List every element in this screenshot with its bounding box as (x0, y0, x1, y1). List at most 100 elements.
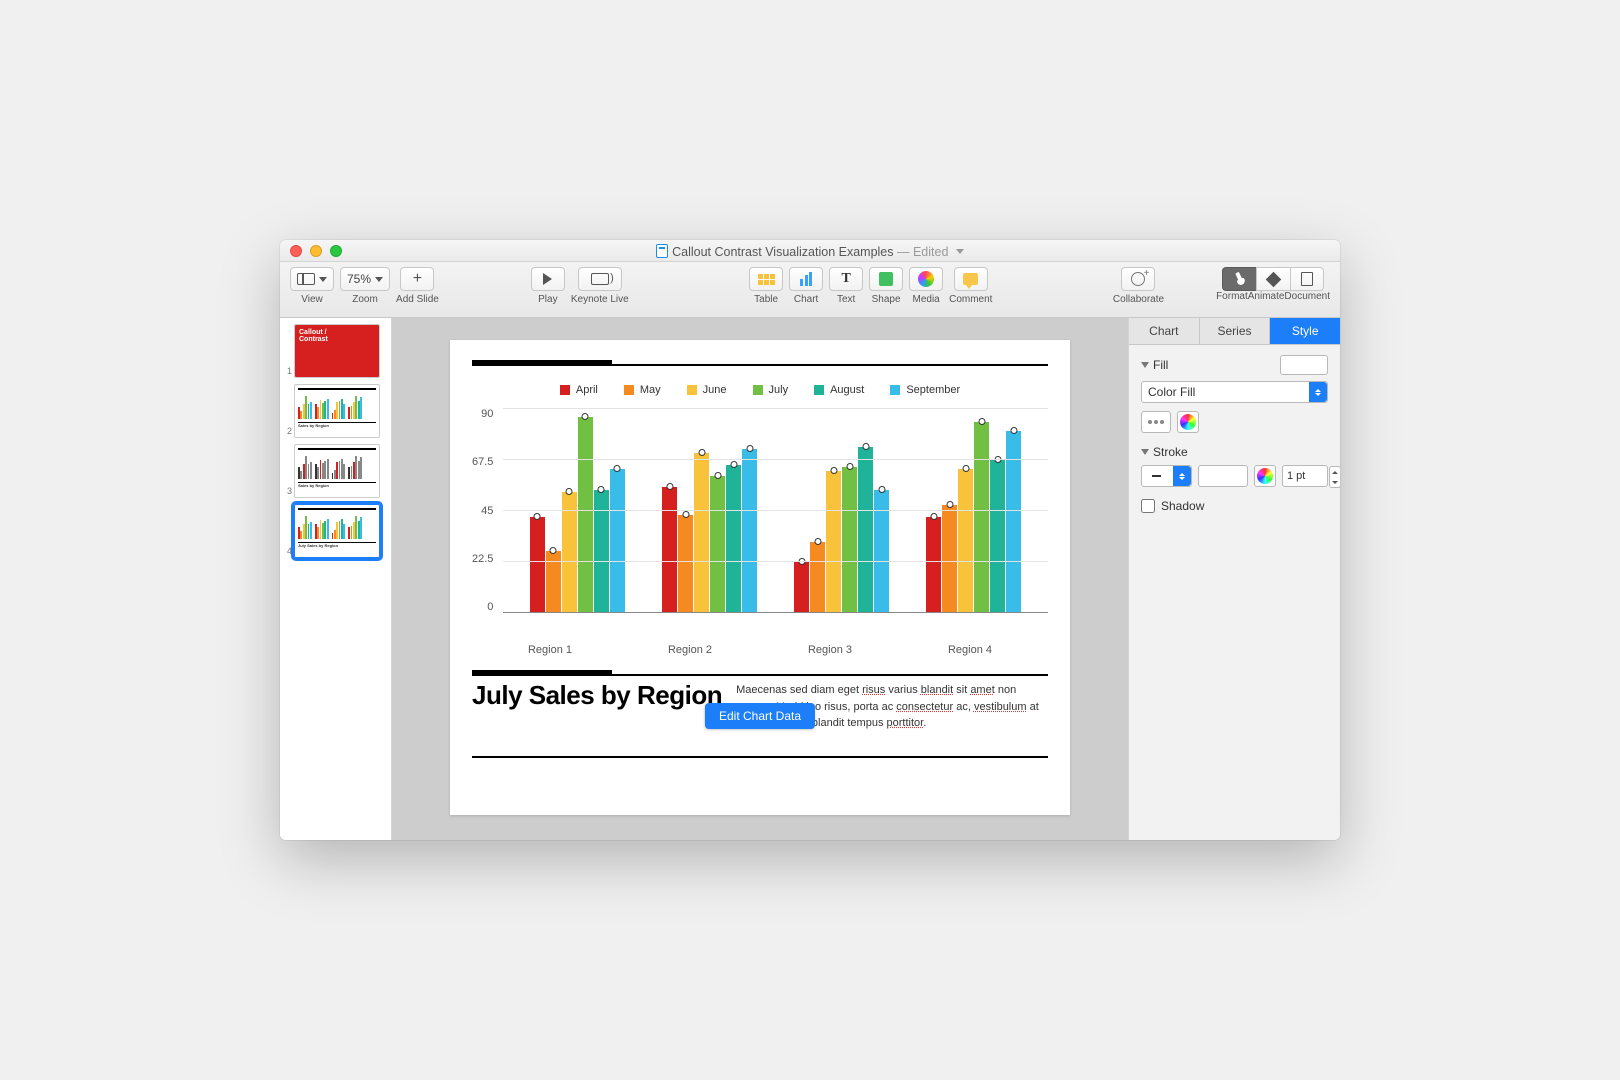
tab-chart[interactable]: Chart (1129, 318, 1200, 344)
legend-swatch (814, 385, 824, 395)
bar[interactable] (810, 542, 825, 612)
chart-icon (800, 272, 812, 286)
zoom-control: 75% Zoom (340, 267, 390, 305)
document-settings-icon (1301, 272, 1313, 286)
shape-button[interactable] (869, 267, 903, 291)
fill-section-header[interactable]: Fill (1141, 355, 1328, 375)
inspector-body: Fill Color Fill Stroke (1129, 345, 1340, 535)
document-label: Document (1284, 291, 1330, 302)
window-title[interactable]: Callout Contrast Visualization Examples … (280, 242, 1340, 259)
view-button[interactable] (290, 267, 334, 291)
bar[interactable] (1006, 431, 1021, 612)
edit-chart-data-button[interactable]: Edit Chart Data (705, 703, 815, 729)
stroke-section-header[interactable]: Stroke (1141, 445, 1328, 459)
comment-button[interactable] (954, 267, 988, 291)
bar[interactable] (874, 490, 889, 612)
text-button[interactable]: T (829, 267, 863, 291)
minimize-window-button[interactable] (310, 245, 322, 257)
data-point-marker (846, 463, 853, 470)
slide-thumbnail[interactable]: 2Sales by Region (284, 384, 387, 438)
bar[interactable] (958, 469, 973, 612)
zoom-value: 75% (347, 272, 371, 286)
slide-title[interactable]: July Sales by Region (472, 680, 722, 711)
keynote-live-button[interactable] (578, 267, 622, 291)
stroke-style-select[interactable] (1141, 465, 1192, 487)
collaborate-icon (1131, 272, 1145, 286)
title-menu-caret-icon (956, 249, 964, 254)
chart-plot-area[interactable] (503, 408, 1048, 613)
play-button[interactable] (531, 267, 565, 291)
bar[interactable] (662, 487, 677, 612)
chevron-down-icon (319, 277, 327, 282)
chart-legend[interactable]: April May June July August September (472, 384, 1048, 396)
bar[interactable] (842, 467, 857, 612)
legend-item[interactable]: May (624, 384, 661, 396)
legend-item[interactable]: June (687, 384, 727, 396)
shadow-checkbox[interactable] (1141, 499, 1155, 513)
bar[interactable] (610, 469, 625, 612)
add-slide-label: Add Slide (396, 294, 439, 305)
bar[interactable] (530, 517, 545, 612)
table-button[interactable] (749, 267, 783, 291)
zoom-window-button[interactable] (330, 245, 342, 257)
bar[interactable] (858, 447, 873, 612)
bar[interactable] (726, 465, 741, 612)
bar[interactable] (546, 551, 561, 612)
media-button[interactable] (909, 267, 943, 291)
color-wheel-button[interactable] (1177, 411, 1199, 433)
canvas-area[interactable]: April May June July August September 9067.545… (392, 318, 1128, 840)
stroke-color-wheel-button[interactable] (1254, 465, 1276, 487)
bar[interactable] (826, 471, 841, 612)
chart[interactable]: 9067.54522.50 (472, 408, 1048, 638)
chart-button[interactable] (789, 267, 823, 291)
bar[interactable] (678, 515, 693, 612)
fill-type-select[interactable]: Color Fill (1141, 381, 1328, 403)
disclosure-triangle-icon (1141, 449, 1149, 455)
tab-series[interactable]: Series (1200, 318, 1271, 344)
bar[interactable] (594, 490, 609, 612)
titlebar: Callout Contrast Visualization Examples … (280, 240, 1340, 262)
add-slide-button[interactable] (400, 267, 434, 291)
stroke-color-swatch[interactable] (1198, 465, 1249, 487)
slide-thumbnail[interactable]: 1Callout /Contrast (284, 324, 387, 378)
legend-item[interactable]: April (560, 384, 598, 396)
bar[interactable] (742, 449, 757, 612)
format-button[interactable] (1222, 267, 1256, 291)
color-presets-button[interactable] (1141, 411, 1171, 433)
animate-button[interactable] (1256, 267, 1290, 291)
bar[interactable] (710, 476, 725, 612)
bar[interactable] (974, 422, 989, 612)
legend-item[interactable]: September (890, 384, 960, 396)
bar[interactable] (578, 417, 593, 612)
bar[interactable] (694, 453, 709, 612)
color-wheel-icon (1257, 468, 1273, 484)
slide-navigator[interactable]: 1Callout /Contrast 2Sales by Region 3Sales… (280, 318, 392, 840)
y-tick-label: 45 (481, 505, 493, 517)
legend-item[interactable]: July (753, 384, 789, 396)
bar[interactable] (942, 505, 957, 612)
text-label: Text (837, 294, 855, 305)
slide-thumbnail[interactable]: 4July Sales by Region (284, 504, 387, 558)
collaborate-button[interactable] (1121, 267, 1155, 291)
legend-item[interactable]: August (814, 384, 864, 396)
zoom-button[interactable]: 75% (340, 267, 390, 291)
bar[interactable] (990, 460, 1005, 612)
slide-thumbnail[interactable]: 3Sales by Region (284, 444, 387, 498)
document-button[interactable] (1290, 267, 1324, 291)
stroke-width-field[interactable]: 1 pt (1282, 465, 1328, 487)
zoom-label: Zoom (352, 294, 378, 305)
app-window: Callout Contrast Visualization Examples … (280, 240, 1340, 840)
stroke-width-stepper[interactable] (1329, 466, 1340, 488)
fill-preview-swatch[interactable] (1280, 355, 1328, 375)
data-point-marker (930, 513, 937, 520)
slide-thumbnail-preview: Sales by Region (294, 384, 380, 438)
close-window-button[interactable] (290, 245, 302, 257)
tab-style[interactable]: Style (1270, 318, 1340, 344)
slide-number: 2 (284, 426, 292, 438)
bar[interactable] (794, 562, 809, 612)
chart-control: Chart (789, 267, 823, 305)
bar[interactable] (926, 517, 941, 612)
shadow-checkbox-row[interactable]: Shadow (1141, 499, 1328, 513)
slide-canvas[interactable]: April May June July August September 9067.545… (450, 340, 1070, 815)
legend-swatch (560, 385, 570, 395)
